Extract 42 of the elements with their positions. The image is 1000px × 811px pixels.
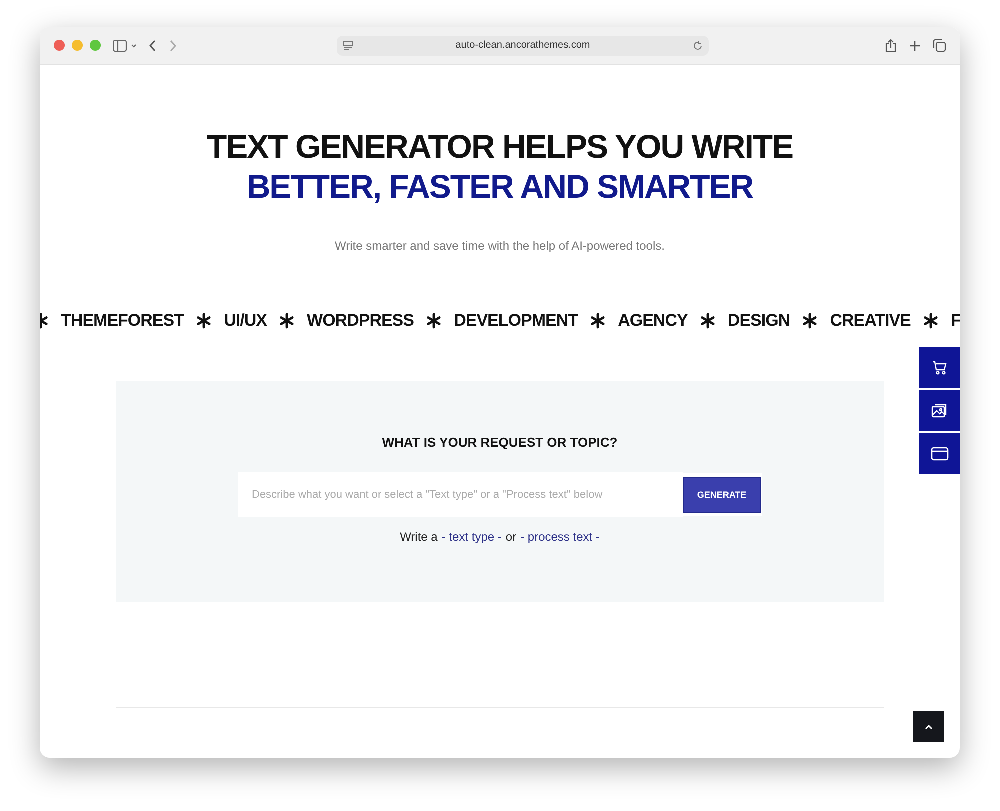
marquee-word: UI/UX bbox=[224, 311, 267, 331]
marquee-word: F bbox=[951, 311, 960, 331]
asterisk-icon bbox=[196, 313, 212, 329]
share-icon[interactable] bbox=[885, 38, 897, 52]
marquee-word: DEVELOPMENT bbox=[454, 311, 578, 331]
hero-subtitle: Write smarter and save time with the help of AI-powered tools. bbox=[334, 239, 666, 253]
reload-icon[interactable] bbox=[693, 40, 703, 50]
chevron-up-icon bbox=[924, 724, 932, 730]
text-type-link[interactable]: - text type - bbox=[442, 530, 502, 544]
asterisk-icon bbox=[700, 313, 716, 329]
asterisk-icon bbox=[426, 313, 442, 329]
close-icon[interactable] bbox=[54, 40, 65, 51]
marquee-word: WORDPRESS bbox=[307, 311, 414, 331]
request-field[interactable]: Describe what you want or select a "Text type" or a "Process text" below GENERATE bbox=[238, 473, 762, 516]
hint-text: or bbox=[506, 530, 517, 544]
asterisk-icon bbox=[922, 313, 939, 329]
asterisk-icon bbox=[590, 313, 606, 329]
tabs-icon[interactable] bbox=[933, 39, 946, 52]
plus-icon[interactable] bbox=[909, 40, 921, 52]
side-button[interactable] bbox=[919, 433, 960, 474]
sidebar-icon[interactable] bbox=[113, 40, 137, 52]
page-icon bbox=[343, 40, 353, 50]
address-bar[interactable]: auto-clean.ancorathemes.com bbox=[337, 36, 709, 56]
request-heading: WHAT IS YOUR REQUEST OR TOPIC? bbox=[382, 435, 618, 450]
marquee-word: CREATIVE bbox=[830, 311, 911, 331]
side-button[interactable] bbox=[919, 347, 960, 388]
asterisk-icon bbox=[802, 313, 818, 329]
side-button[interactable] bbox=[919, 390, 960, 431]
asterisk-icon bbox=[278, 313, 295, 329]
generate-button[interactable]: GENERATE bbox=[683, 476, 761, 512]
marquee-word: DESIGN bbox=[728, 311, 790, 331]
cart-icon bbox=[932, 360, 948, 376]
hero-title: BETTER, FASTER AND SMARTER bbox=[246, 167, 754, 207]
process-text-link[interactable]: - process text - bbox=[520, 530, 600, 544]
image-icon bbox=[931, 402, 948, 418]
hint-text: Write a bbox=[400, 530, 438, 544]
marquee-word: THEMEFOREST bbox=[61, 311, 184, 331]
marquee-word: AGENCY bbox=[618, 311, 688, 331]
back-icon[interactable] bbox=[149, 40, 157, 52]
url-text: auto-clean.ancorathemes.com bbox=[456, 40, 590, 51]
window-icon bbox=[930, 446, 948, 462]
hero-title: TEXT GENERATOR HELPS YOU WRITE bbox=[206, 127, 794, 167]
